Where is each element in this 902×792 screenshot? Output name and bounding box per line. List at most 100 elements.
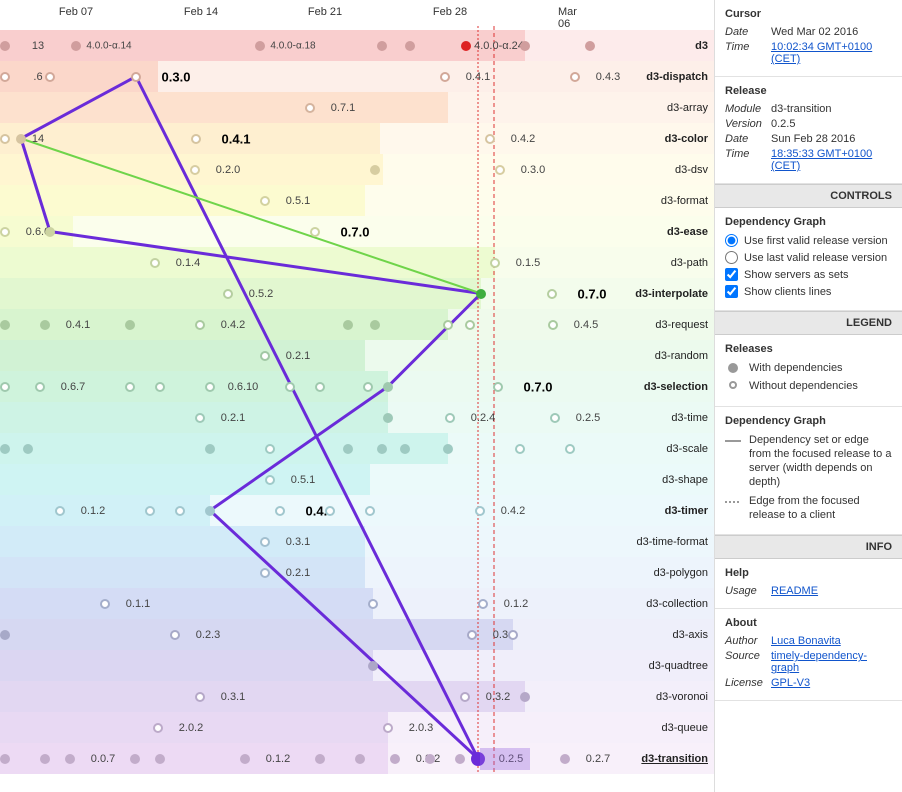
- module-row-d3-dsv[interactable]: d3-dsv: [0, 154, 714, 185]
- release-dot[interactable]: [205, 382, 215, 392]
- release-dot[interactable]: [265, 475, 275, 485]
- release-dot[interactable]: [260, 196, 270, 206]
- release-dot[interactable]: [478, 599, 488, 609]
- release-dot[interactable]: [455, 754, 465, 764]
- release-dot[interactable]: [445, 413, 455, 423]
- module-row-d3-voronoi[interactable]: d3-voronoi: [0, 681, 714, 712]
- release-dot[interactable]: [45, 227, 55, 237]
- release-dot[interactable]: [520, 692, 530, 702]
- radio-first-valid[interactable]: [725, 234, 738, 247]
- release-dot[interactable]: [275, 506, 285, 516]
- release-dot[interactable]: [195, 413, 205, 423]
- author-link[interactable]: Luca Bonavita: [771, 635, 841, 647]
- release-dot[interactable]: [40, 754, 50, 764]
- module-row-d3-queue[interactable]: d3-queue: [0, 712, 714, 743]
- module-row-d3-scale[interactable]: d3-scale: [0, 433, 714, 464]
- release-dot[interactable]: [145, 506, 155, 516]
- release-dot[interactable]: [440, 72, 450, 82]
- release-dot[interactable]: [315, 382, 325, 392]
- source-link[interactable]: timely-dependency-graph: [771, 650, 867, 674]
- release-dot[interactable]: [0, 630, 10, 640]
- release-dot[interactable]: [260, 537, 270, 547]
- readme-link[interactable]: README: [771, 585, 818, 597]
- release-dot[interactable]: [476, 289, 486, 299]
- module-row-d3-polygon[interactable]: d3-polygon: [0, 557, 714, 588]
- module-row-d3-format[interactable]: d3-format: [0, 185, 714, 216]
- release-dot[interactable]: [365, 506, 375, 516]
- release-dot[interactable]: [325, 506, 335, 516]
- release-dot[interactable]: [355, 754, 365, 764]
- release-dot[interactable]: [155, 754, 165, 764]
- module-row-d3-random[interactable]: d3-random: [0, 340, 714, 371]
- opt-show-clients[interactable]: Show clients lines: [725, 285, 892, 298]
- release-dot[interactable]: [175, 506, 185, 516]
- release-dot[interactable]: [0, 227, 10, 237]
- release-dot[interactable]: [205, 444, 215, 454]
- release-dot[interactable]: [16, 134, 26, 144]
- release-dot[interactable]: [65, 754, 75, 764]
- release-dot[interactable]: [475, 506, 485, 516]
- release-dot[interactable]: [383, 413, 393, 423]
- release-dot[interactable]: [520, 41, 530, 51]
- release-dot[interactable]: [45, 72, 55, 82]
- release-dot[interactable]: [0, 754, 10, 764]
- module-row-d3-axis[interactable]: d3-axis: [0, 619, 714, 650]
- release-dot[interactable]: [125, 320, 135, 330]
- release-dot[interactable]: [23, 444, 33, 454]
- release-dot[interactable]: [195, 692, 205, 702]
- release-dot[interactable]: [461, 41, 471, 51]
- release-dot[interactable]: [150, 258, 160, 268]
- module-row-d3-array[interactable]: d3-array: [0, 92, 714, 123]
- opt-show-servers[interactable]: Show servers as sets: [725, 268, 892, 281]
- release-dot[interactable]: [153, 723, 163, 733]
- release-dot[interactable]: [560, 754, 570, 764]
- module-row-d3-selection[interactable]: d3-selection: [0, 371, 714, 402]
- release-dot[interactable]: [0, 134, 10, 144]
- release-dot[interactable]: [495, 165, 505, 175]
- release-dot[interactable]: [465, 320, 475, 330]
- release-dot[interactable]: [255, 41, 265, 51]
- release-dot[interactable]: [190, 165, 200, 175]
- release-dot[interactable]: [0, 41, 10, 51]
- module-row-d3-timer[interactable]: d3-timer: [0, 495, 714, 526]
- release-dot[interactable]: [0, 320, 10, 330]
- release-dot[interactable]: [443, 320, 453, 330]
- release-dot[interactable]: [460, 692, 470, 702]
- cursor-time-link[interactable]: 10:02:34 GMT+0100 (CET): [771, 41, 872, 65]
- release-dot[interactable]: [548, 320, 558, 330]
- module-row-d3-shape[interactable]: d3-shape: [0, 464, 714, 495]
- module-row-d3-quadtree[interactable]: d3-quadtree: [0, 650, 714, 681]
- module-row-d3-request[interactable]: d3-request: [0, 309, 714, 340]
- release-dot[interactable]: [170, 630, 180, 640]
- release-dot[interactable]: [0, 72, 10, 82]
- release-dot[interactable]: [363, 382, 373, 392]
- release-time-link[interactable]: 18:35:33 GMT+0100 (CET): [771, 148, 872, 172]
- release-dot[interactable]: [240, 754, 250, 764]
- release-dot[interactable]: [368, 661, 378, 671]
- release-dot[interactable]: [425, 754, 435, 764]
- release-dot[interactable]: [100, 599, 110, 609]
- release-dot[interactable]: [508, 630, 518, 640]
- release-dot[interactable]: [570, 72, 580, 82]
- opt-last-valid[interactable]: Use last valid release version: [725, 251, 892, 264]
- release-dot[interactable]: [71, 41, 81, 51]
- release-dot[interactable]: [40, 320, 50, 330]
- release-dot[interactable]: [310, 227, 320, 237]
- release-dot[interactable]: [400, 444, 410, 454]
- module-row-d3-interpolate[interactable]: d3-interpolate: [0, 278, 714, 309]
- release-dot[interactable]: [305, 103, 315, 113]
- release-dot[interactable]: [370, 320, 380, 330]
- license-link[interactable]: GPL-V3: [771, 677, 810, 689]
- release-dot[interactable]: [260, 351, 270, 361]
- release-dot[interactable]: [343, 320, 353, 330]
- release-dot[interactable]: [467, 630, 477, 640]
- module-row-d3-time-format[interactable]: d3-time-format: [0, 526, 714, 557]
- release-dot[interactable]: [285, 382, 295, 392]
- release-dot[interactable]: [370, 165, 380, 175]
- release-dot[interactable]: [343, 444, 353, 454]
- release-dot[interactable]: [565, 444, 575, 454]
- release-dot[interactable]: [0, 444, 10, 454]
- module-row-d3-color[interactable]: d3-color: [0, 123, 714, 154]
- release-dot[interactable]: [205, 506, 215, 516]
- release-dot[interactable]: [35, 382, 45, 392]
